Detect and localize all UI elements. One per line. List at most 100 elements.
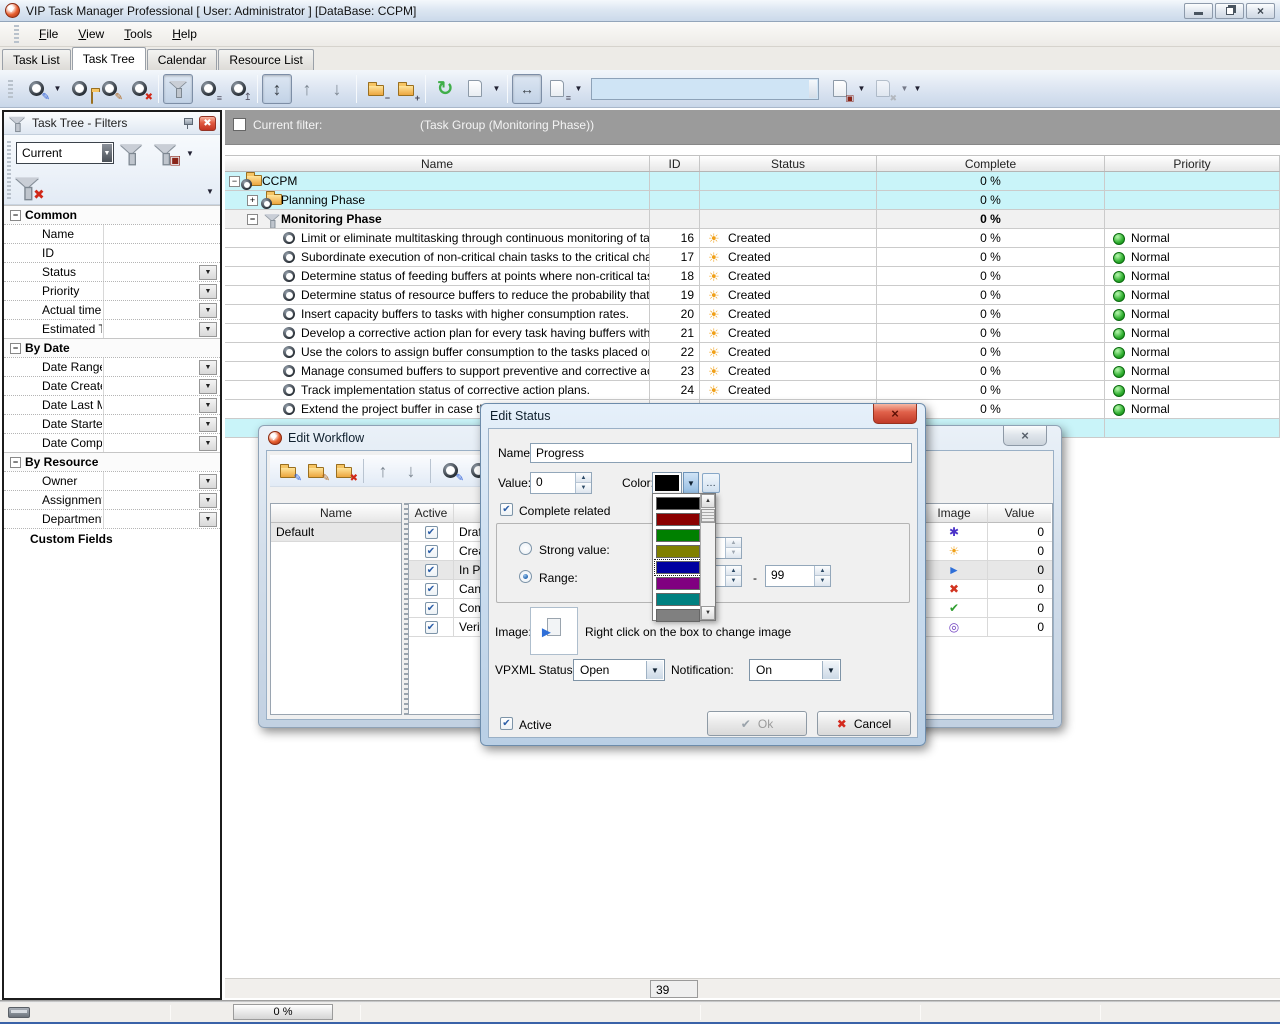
report-name-combobox[interactable] <box>591 78 819 100</box>
filter-section-custom-fields[interactable]: Custom Fields <box>4 528 220 548</box>
palette-color[interactable] <box>656 497 700 510</box>
delete-workflow-button[interactable]: ✖ <box>330 457 358 484</box>
task-row[interactable]: Subordinate execution of non-critical ch… <box>225 248 1280 267</box>
expand-box[interactable]: + <box>247 195 258 206</box>
fit-columns-button[interactable]: ↔ <box>512 74 542 104</box>
save-report-button[interactable]: ▣ <box>825 74 855 104</box>
task-row[interactable]: Develop a corrective action plan for eve… <box>225 324 1280 343</box>
expand-box[interactable]: − <box>229 176 240 187</box>
workflow-close-button[interactable]: × <box>1003 426 1047 446</box>
status-image-box[interactable]: ► <box>530 607 578 655</box>
filter-section-by-resource[interactable]: −By Resource <box>4 452 220 471</box>
filter-dropdown-button[interactable]: ▼ <box>199 379 217 394</box>
color-dropdown-button[interactable]: ▼ <box>683 472 699 494</box>
cancel-button[interactable]: ✖ Cancel <box>817 711 911 736</box>
expand-box[interactable]: − <box>247 214 258 225</box>
toolbar-overflow[interactable]: ▼ <box>911 74 924 104</box>
vpxml-select[interactable]: Open ▼ <box>573 659 665 681</box>
column-header-status[interactable]: Status <box>700 156 877 171</box>
filter-row-actual-time[interactable]: Actual time▼ <box>4 300 220 319</box>
tab-resource-list[interactable]: Resource List <box>218 49 313 70</box>
spin-up-icon[interactable]: ▲ <box>815 566 830 576</box>
scroll-down-icon[interactable]: ▼ <box>701 606 715 620</box>
save-report-dropdown[interactable]: ▼ <box>855 74 868 104</box>
combo-scroll[interactable] <box>809 80 817 98</box>
name-input[interactable]: Progress <box>530 443 912 463</box>
current-filter-checkbox[interactable] <box>233 118 246 131</box>
active-checkbox[interactable]: ✔ <box>425 545 438 558</box>
tab-task-list[interactable]: Task List <box>2 49 71 70</box>
task-row[interactable]: Insert capacity buffers to tasks with hi… <box>225 305 1280 324</box>
filter-row-date-last-modified[interactable]: Date Last Modified▼ <box>4 395 220 414</box>
range-radio[interactable] <box>519 570 532 583</box>
value-column-header[interactable]: Value <box>988 504 1051 523</box>
task-row[interactable]: Determine status of resource buffers to … <box>225 286 1280 305</box>
color-combobox[interactable]: ▼ … <box>652 472 720 494</box>
expand-collapse-all-button[interactable]: ↕ <box>262 74 292 104</box>
filters-close-button[interactable]: ✖ <box>199 116 216 131</box>
value-spinner[interactable]: 0 ▲▼ <box>530 472 592 494</box>
filter-dropdown-button[interactable]: ▼ <box>199 436 217 451</box>
filter-dropdown-button[interactable]: ▼ <box>199 303 217 318</box>
filter-row-date-created[interactable]: Date Created▼ <box>4 376 220 395</box>
filter-row-owner[interactable]: Owner▼ <box>4 471 220 490</box>
new-task-dropdown[interactable]: ▼ <box>51 74 64 104</box>
spin-up-icon[interactable]: ▲ <box>726 566 741 576</box>
clear-filter-button[interactable]: ✖ <box>15 176 39 199</box>
collapse-icon[interactable]: − <box>10 210 21 221</box>
active-checkbox[interactable]: ✔ <box>425 602 438 615</box>
color-more-button[interactable]: … <box>702 473 720 493</box>
export-button[interactable] <box>460 74 490 104</box>
spin-down-icon[interactable]: ▼ <box>815 576 830 586</box>
palette-color[interactable] <box>656 609 700 622</box>
filter-section-common[interactable]: −Common <box>4 205 220 224</box>
task-row[interactable]: −CCPM0 % <box>225 172 1280 191</box>
move-down-button[interactable]: ↓ <box>322 74 352 104</box>
active-checkbox[interactable]: ✔ <box>425 526 438 539</box>
task-row[interactable]: Track implementation status of correctiv… <box>225 381 1280 400</box>
tab-calendar[interactable]: Calendar <box>147 49 218 70</box>
save-filter-button[interactable]: ▣ <box>154 143 177 164</box>
edit-workflow-button[interactable]: ✎ <box>302 457 330 484</box>
palette-color[interactable] <box>656 561 700 574</box>
delete-report-button[interactable]: ✖ <box>868 74 898 104</box>
close-button[interactable]: × <box>1246 3 1275 19</box>
collapse-icon[interactable]: − <box>10 457 21 468</box>
filter-dropdown-button[interactable]: ▼ <box>199 417 217 432</box>
filters-options-dropdown[interactable]: ▼ <box>206 187 214 196</box>
expand-tree-button[interactable]: + <box>391 74 421 104</box>
task-row[interactable]: Limit or eliminate multitasking through … <box>225 229 1280 248</box>
task-row[interactable]: +Planning Phase0 % <box>225 191 1280 210</box>
export-dropdown[interactable]: ▼ <box>490 74 503 104</box>
spin-up-icon[interactable]: ▲ <box>576 473 591 483</box>
column-header-priority[interactable]: Priority <box>1105 156 1280 171</box>
column-header-name[interactable]: Name <box>225 156 650 171</box>
filter-row-date-range[interactable]: Date Range▼ <box>4 357 220 376</box>
filter-row-id[interactable]: ID <box>4 243 220 262</box>
filter-row-date-completed[interactable]: Date Completed▼ <box>4 433 220 452</box>
column-header-complete[interactable]: Complete <box>877 156 1105 171</box>
new-workflow-button[interactable]: ✎ <box>274 457 302 484</box>
image-column-header[interactable]: Image <box>921 504 988 523</box>
new-status-button[interactable]: ✎ <box>436 457 464 484</box>
color-swatch[interactable] <box>652 472 682 494</box>
active-column-header[interactable]: Active <box>409 504 454 523</box>
palette-color[interactable] <box>656 513 700 526</box>
filter-row-priority[interactable]: Priority▼ <box>4 281 220 300</box>
palette-color[interactable] <box>656 593 700 606</box>
window-titlebar[interactable]: ✓ VIP Task Manager Professional [ User: … <box>0 0 1280 22</box>
tab-task-tree[interactable]: Task Tree <box>72 47 146 70</box>
filter-section-by-date[interactable]: −By Date <box>4 338 220 357</box>
report-dropdown[interactable]: ▼ <box>572 74 585 104</box>
task-details-button[interactable]: ≡ <box>193 74 223 104</box>
filter-dropdown-button[interactable]: ▼ <box>199 284 217 299</box>
save-filter-dropdown[interactable]: ▼ <box>186 149 194 158</box>
restore-button[interactable] <box>1215 3 1244 19</box>
filter-preset-combobox[interactable]: Current ▼ <box>16 142 114 164</box>
edit-status-titlebar[interactable]: Edit Status <box>481 404 925 428</box>
palette-color[interactable] <box>656 529 700 542</box>
active-checkbox[interactable]: ✔ <box>500 717 513 730</box>
filter-dropdown-button[interactable]: ▼ <box>199 493 217 508</box>
filter-dropdown-button[interactable]: ▼ <box>199 322 217 337</box>
filter-dropdown-button[interactable]: ▼ <box>199 474 217 489</box>
